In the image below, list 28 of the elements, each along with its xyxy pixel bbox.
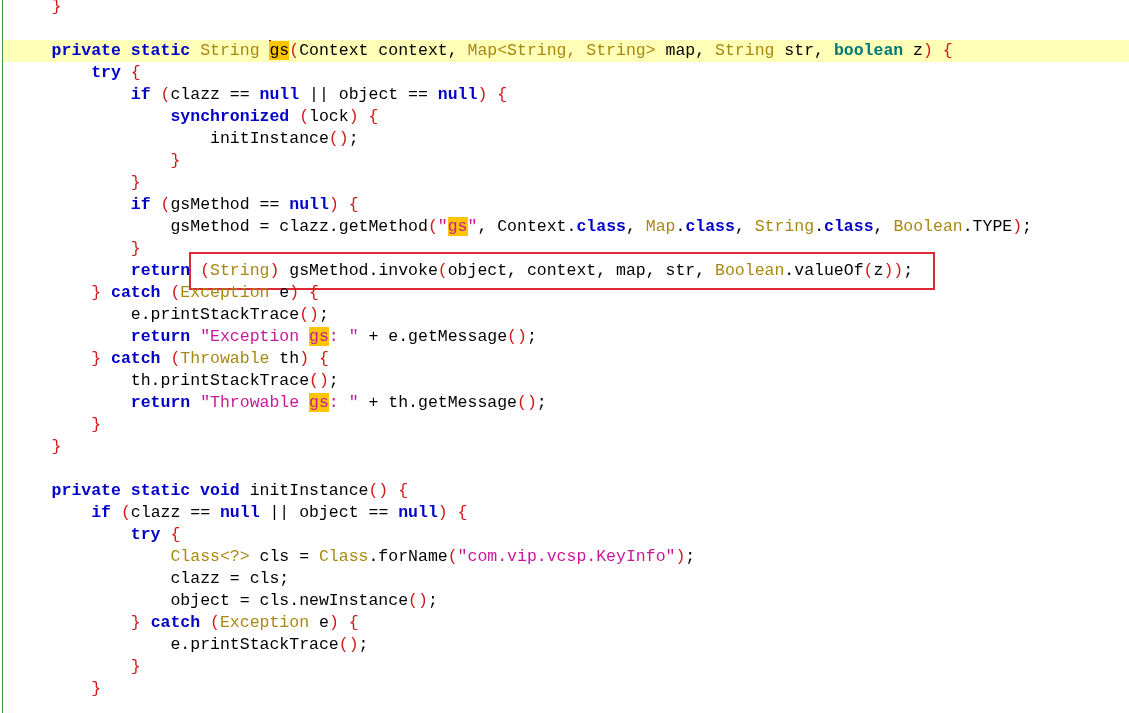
code-line: initInstance(); bbox=[210, 129, 359, 148]
code-line: } bbox=[51, 437, 62, 456]
code-line: } catch (Throwable th) { bbox=[91, 349, 329, 368]
code-line: private static String gs(Context context, Map<String, String> map, String str, boolean z) { bbox=[51, 41, 953, 60]
code-line: e.printStackTrace(); bbox=[130, 305, 329, 324]
code-line: try { bbox=[130, 525, 181, 544]
code-line: return (String) gsMethod.invoke(object, context, map, str, Boolean.valueOf(z)); bbox=[130, 261, 914, 280]
code-line: synchronized (lock) { bbox=[170, 107, 379, 126]
code-line: if (clazz == null || object == null) { bbox=[130, 85, 508, 104]
code-line: } catch (Exception e) { bbox=[130, 613, 359, 632]
code-line: gsMethod = clazz.getMethod("gs", Context.class, Map.class, String.class, Boolean.TYPE); bbox=[170, 217, 1032, 236]
code-line: private static void initInstance() { bbox=[51, 481, 409, 500]
code-line: clazz = cls; bbox=[170, 569, 290, 588]
code-line: th.printStackTrace(); bbox=[130, 371, 339, 390]
code-line: if (clazz == null || object == null) { bbox=[91, 503, 468, 522]
code-line: Class<?> cls = Class.forName("com.vip.vcsp.KeyInfo"); bbox=[170, 547, 696, 566]
code-line: } bbox=[130, 657, 141, 676]
code-line: object = cls.newInstance(); bbox=[170, 591, 438, 610]
code-line: e.printStackTrace(); bbox=[170, 635, 369, 654]
code-line: return "Throwable gs: " + th.getMessage(); bbox=[130, 393, 547, 412]
code-line: if (gsMethod == null) { bbox=[130, 195, 359, 214]
code-line: } bbox=[91, 415, 102, 434]
code-line: try { bbox=[91, 63, 141, 82]
code-line: } bbox=[170, 151, 181, 170]
code-line: } bbox=[130, 239, 141, 258]
code-line: return "Exception gs: " + e.getMessage(); bbox=[130, 327, 537, 346]
code-line: } bbox=[91, 679, 102, 698]
code-line: } bbox=[130, 173, 141, 192]
